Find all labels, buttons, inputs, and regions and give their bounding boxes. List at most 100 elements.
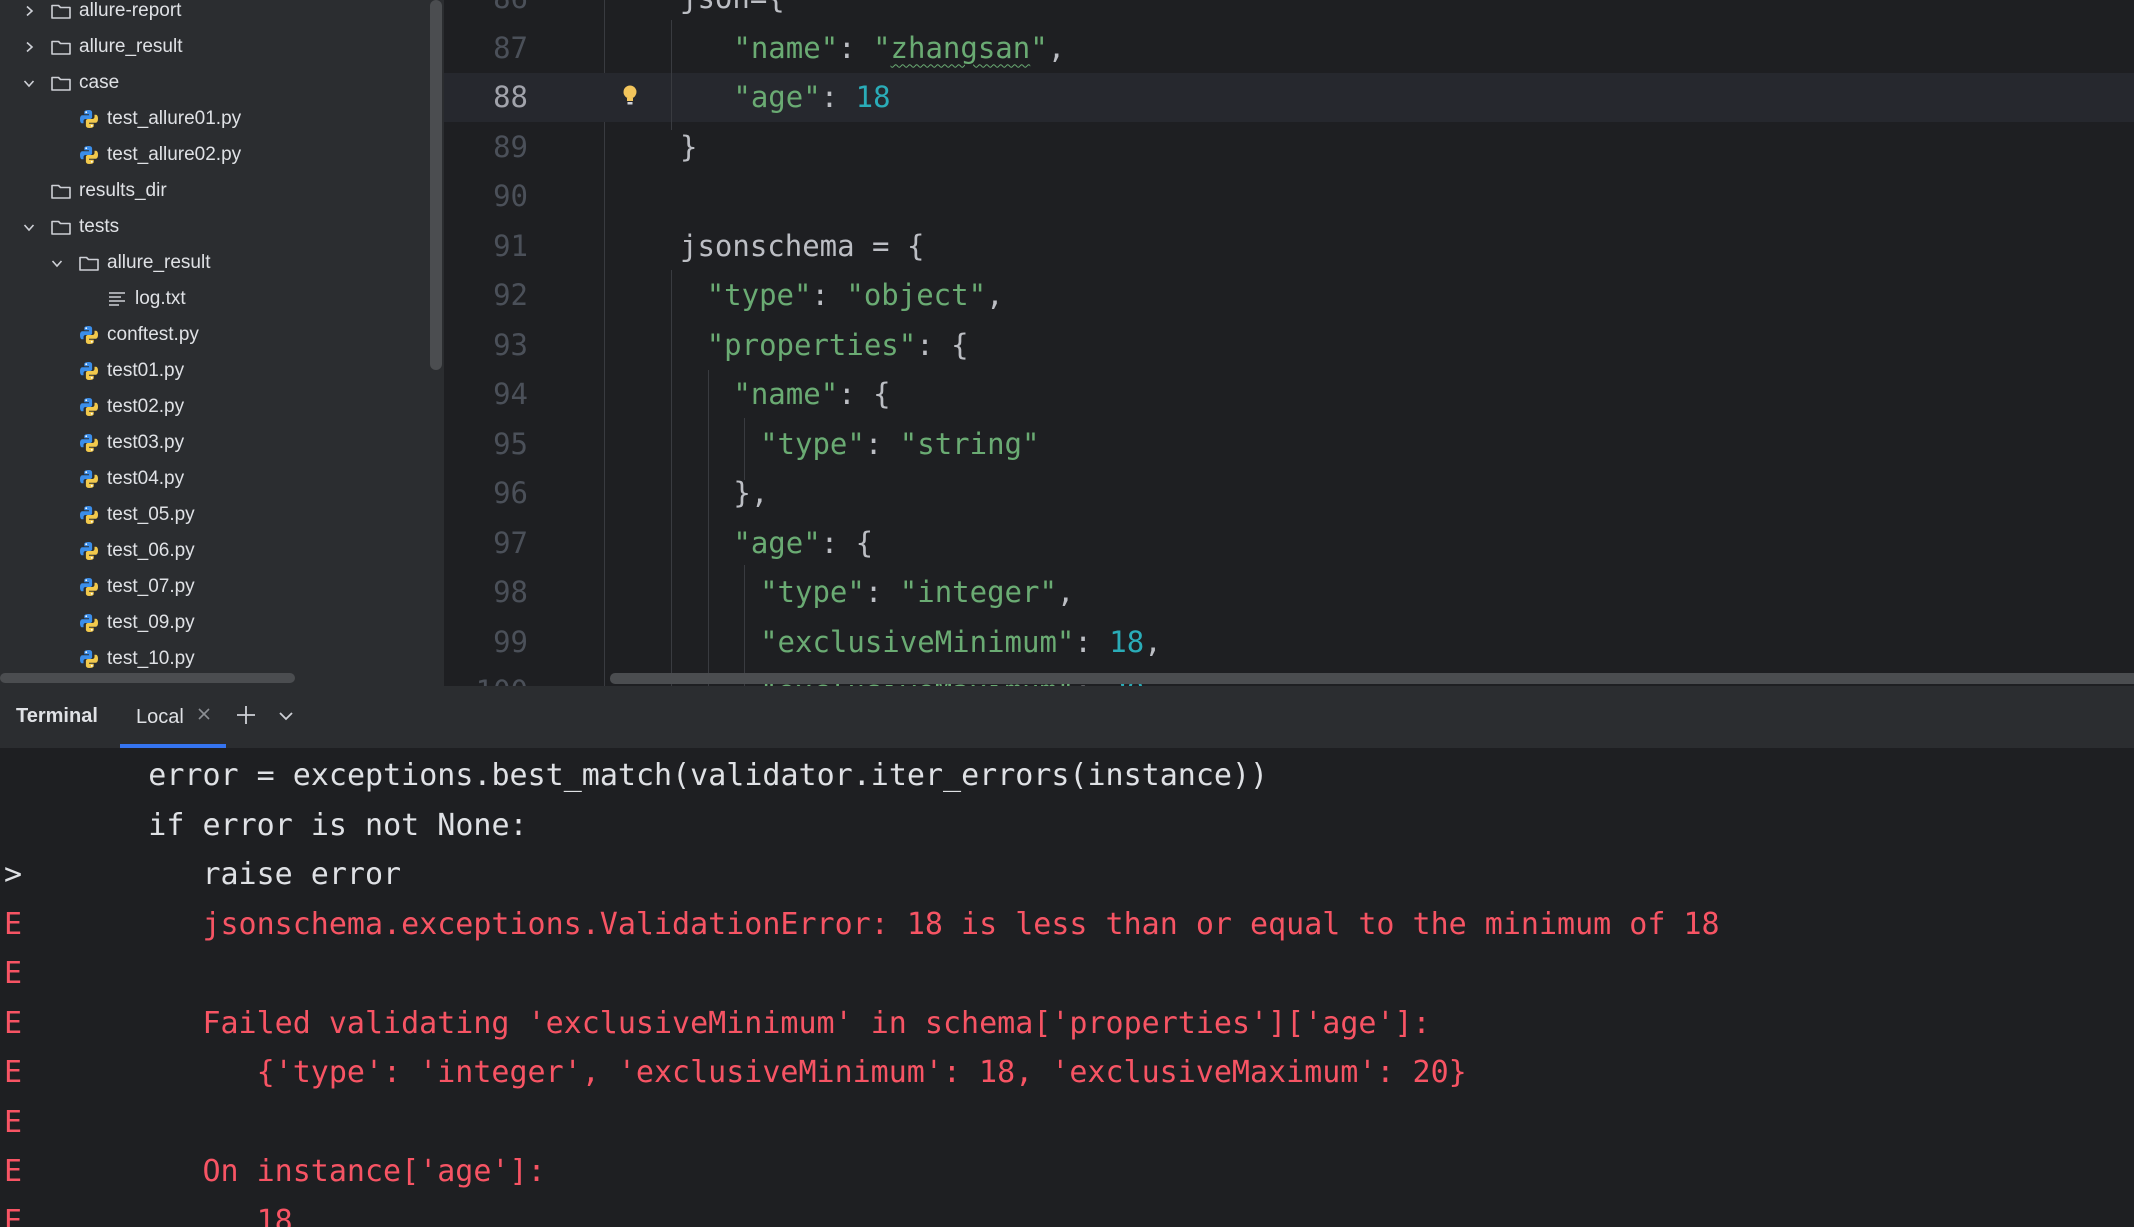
code-line[interactable]: 94 "name": { bbox=[444, 370, 2134, 419]
tree-item-label: tests bbox=[79, 216, 120, 237]
chevron-down-icon[interactable] bbox=[276, 706, 296, 726]
lightbulb-icon[interactable] bbox=[619, 83, 641, 111]
code-text: "type": "integer", bbox=[760, 568, 1074, 617]
terminal-line: E 18 bbox=[0, 1197, 2134, 1227]
terminal-line: E bbox=[0, 949, 2134, 998]
code-line[interactable]: 97 "age": { bbox=[444, 519, 2134, 568]
chevron-down-icon[interactable] bbox=[50, 256, 64, 270]
code-line[interactable]: 96}, bbox=[444, 469, 2134, 518]
tree-item-label: test_09.py bbox=[107, 612, 195, 633]
code-token: : bbox=[1074, 624, 1110, 659]
tree-item-label: test04.py bbox=[107, 468, 185, 489]
tree-item[interactable]: test_05.py bbox=[0, 497, 444, 533]
python-file-icon bbox=[78, 396, 100, 418]
tree-item[interactable]: test04.py bbox=[0, 461, 444, 497]
terminal-line: E {'type': 'integer', 'exclusiveMinimum':… bbox=[0, 1048, 2134, 1097]
tree-item[interactable]: allure_result bbox=[0, 245, 444, 281]
code-editor[interactable]: 86 json={87 "name": "zhangsan", 88 "age": 18… bbox=[444, 0, 2134, 686]
tree-item[interactable]: test03.py bbox=[0, 425, 444, 461]
project-tree-panel: allure-report allure_result case test_allur… bbox=[0, 0, 444, 686]
terminal-text: error = exceptions.best_match(validator.… bbox=[148, 758, 1269, 793]
terminal-text: 18 bbox=[256, 1203, 293, 1227]
tree-item[interactable]: conftest.py bbox=[0, 317, 444, 353]
code-text: "properties": { bbox=[707, 321, 969, 370]
folder-icon bbox=[78, 252, 100, 274]
tree-item[interactable]: test_10.py bbox=[0, 641, 444, 677]
tree-item[interactable]: allure_result bbox=[0, 29, 444, 65]
tree-item[interactable]: test_07.py bbox=[0, 569, 444, 605]
code-token: : bbox=[811, 278, 847, 312]
code-line[interactable]: 95 "type": "string" bbox=[444, 420, 2134, 469]
code-line[interactable]: 87 "name": "zhangsan", bbox=[444, 24, 2134, 73]
code-token: "age" bbox=[733, 80, 821, 114]
close-icon[interactable] bbox=[196, 706, 212, 722]
code-line[interactable]: 89} bbox=[444, 123, 2134, 172]
tree-item[interactable]: test_06.py bbox=[0, 533, 444, 569]
tree-item[interactable]: allure-report bbox=[0, 0, 444, 29]
tree-item[interactable]: test_allure02.py bbox=[0, 137, 444, 173]
code-token: : bbox=[820, 80, 856, 114]
code-token: "object" bbox=[846, 278, 987, 312]
code-token: } bbox=[680, 129, 698, 164]
tree-item[interactable]: test_allure01.py bbox=[0, 101, 444, 137]
terminal-line: E bbox=[0, 1098, 2134, 1147]
code-line[interactable]: 86 json={ bbox=[444, 0, 2134, 23]
line-marker: E bbox=[4, 1203, 23, 1227]
line-number: 95 bbox=[493, 426, 528, 461]
line-marker: E bbox=[4, 1104, 23, 1140]
line-number: 88 bbox=[493, 80, 528, 114]
folder-icon bbox=[50, 180, 72, 202]
terminal-line: Ejsonschema.exceptions.ValidationError: … bbox=[0, 900, 2134, 949]
line-number: 87 bbox=[493, 30, 528, 65]
python-file-icon bbox=[78, 144, 100, 166]
tree-item[interactable]: test01.py bbox=[0, 353, 444, 389]
chevron-down-icon[interactable] bbox=[22, 76, 36, 90]
tree-item[interactable]: case bbox=[0, 65, 444, 101]
line-marker: > bbox=[4, 857, 23, 892]
python-file-icon bbox=[78, 108, 100, 130]
tree-item[interactable]: log.txt bbox=[0, 281, 444, 317]
code-text: "type": "object", bbox=[707, 271, 1004, 320]
terminal-line: if error is not None: bbox=[0, 801, 2134, 850]
code-line[interactable]: 98 "type": "integer", bbox=[444, 568, 2134, 617]
code-line[interactable]: 93 "properties": { bbox=[444, 321, 2134, 370]
folder-icon bbox=[50, 0, 72, 22]
terminal-title: Terminal bbox=[16, 705, 98, 727]
plus-icon[interactable] bbox=[234, 703, 258, 727]
code-line[interactable]: 91 jsonschema = { bbox=[444, 222, 2134, 271]
line-number: 97 bbox=[493, 525, 528, 560]
tree-horizontal-scrollbar[interactable] bbox=[0, 673, 295, 683]
tree-item[interactable]: test_09.py bbox=[0, 605, 444, 641]
code-token: : { bbox=[916, 327, 969, 362]
terminal-text: Failed validating 'exclusiveMinimum' in … bbox=[202, 1005, 1431, 1041]
tree-item[interactable]: tests bbox=[0, 209, 444, 245]
tree-item-label: test01.py bbox=[107, 360, 185, 381]
code-line[interactable]: 99 "exclusiveMinimum": 18, bbox=[444, 618, 2134, 667]
terminal-output[interactable]: error = exceptions.best_match(validator.… bbox=[0, 748, 2134, 1227]
code-token: zhangsan bbox=[890, 30, 1031, 65]
tab-local[interactable]: Local bbox=[120, 686, 226, 748]
tree-item[interactable]: test02.py bbox=[0, 389, 444, 425]
folder-icon bbox=[50, 72, 72, 94]
chevron-right-icon[interactable] bbox=[22, 4, 36, 18]
chevron-right-icon[interactable] bbox=[22, 40, 36, 54]
code-line[interactable]: 90 bbox=[444, 172, 2134, 221]
line-number: 93 bbox=[493, 327, 528, 362]
code-token: "properties" bbox=[706, 327, 917, 362]
code-line[interactable]: 88 "age": 18 bbox=[444, 73, 2134, 122]
editor-horizontal-scrollbar[interactable] bbox=[610, 673, 2134, 684]
line-number: 96 bbox=[493, 476, 528, 510]
chevron-down-icon[interactable] bbox=[22, 220, 36, 234]
tree-vertical-scrollbar[interactable] bbox=[430, 0, 442, 370]
code-line[interactable]: 92 "type": "object", bbox=[444, 271, 2134, 320]
code-text: "name": { bbox=[733, 370, 890, 419]
code-text: "age": { bbox=[733, 519, 873, 568]
python-file-icon bbox=[78, 468, 100, 490]
code-token: "string" bbox=[899, 426, 1040, 461]
tree-item-label: test_05.py bbox=[107, 504, 195, 525]
tree-item[interactable]: results_dir bbox=[0, 173, 444, 209]
line-number: 100 bbox=[444, 667, 528, 686]
